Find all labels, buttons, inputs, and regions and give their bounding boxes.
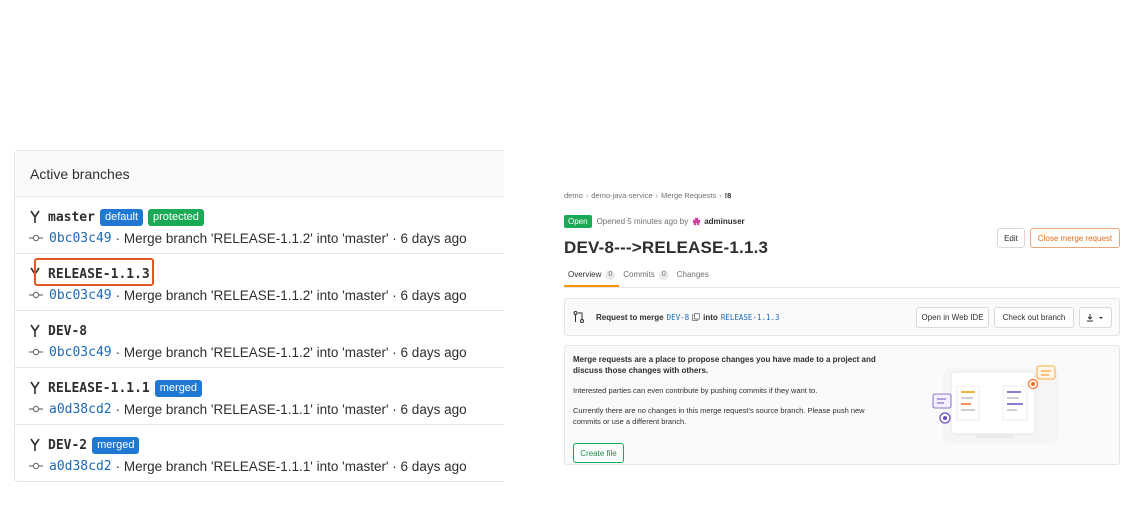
commit-sha-link[interactable]: 0bc03c49 [49, 231, 112, 246]
active-branches-panel: Active branches master default protected… [14, 150, 504, 482]
commit-message: · Merge branch 'RELEASE-1.1.1' into 'mas… [115, 401, 467, 417]
commit-icon [29, 348, 43, 356]
merge-widget: Request to merge DEV-8 into RELEASE-1.1.… [564, 298, 1120, 336]
author-link[interactable]: adminuser [704, 217, 744, 226]
commit-icon [29, 234, 43, 242]
commit-message: · Merge branch 'RELEASE-1.1.2' into 'mas… [115, 344, 467, 360]
empty-state-lead: Merge requests are a place to propose ch… [573, 355, 876, 375]
commit-message: · Merge branch 'RELEASE-1.1.1' into 'mas… [115, 458, 467, 474]
commit-sha-link[interactable]: a0d38cd2 [49, 402, 112, 417]
status-badge: Open [564, 214, 592, 228]
branch-name[interactable]: master [48, 210, 95, 225]
merge-request-illustration [932, 365, 1059, 444]
create-file-button[interactable]: Create file [573, 443, 624, 463]
commit-sha-link[interactable]: a0d38cd2 [49, 459, 112, 474]
breadcrumb-item-merge-requests[interactable]: Merge Requests [661, 191, 716, 200]
merged-badge: merged [154, 379, 203, 397]
target-branch-link[interactable]: RELEASE-1.1.3 [721, 313, 780, 322]
commit-icon [29, 405, 43, 413]
branch-name[interactable]: DEV-2 [48, 438, 87, 453]
empty-state-panel: Merge requests are a place to propose ch… [564, 345, 1120, 465]
tab-changes[interactable]: Changes [673, 266, 713, 287]
branch-icon [30, 210, 40, 223]
branch-name[interactable]: RELEASE-1.1.3 [48, 267, 150, 282]
branches-header: Active branches [15, 151, 504, 197]
empty-state-text: Currently there are no changes in this m… [573, 406, 865, 426]
tab-count: 0 [658, 270, 669, 280]
merge-request-page: demo › demo-java-service › Merge Request… [564, 190, 1120, 465]
tab-label: Commits [623, 270, 655, 279]
merge-request-icon [573, 311, 584, 323]
chevron-right-icon: › [585, 190, 589, 200]
tab-commits[interactable]: Commits 0 [619, 266, 672, 287]
breadcrumb-item-project[interactable]: demo-java-service [591, 191, 652, 200]
chevron-right-icon: › [719, 190, 722, 200]
download-dropdown-button[interactable] [1079, 307, 1112, 328]
mr-status-bar: Open Opened 5 minutes ago by adminuser E… [564, 210, 1120, 248]
open-in-web-ide-button[interactable]: Open in Web IDE [916, 307, 989, 328]
branch-row-release-1-1-3[interactable]: RELEASE-1.1.3 0bc03c49 · Merge branch 'R… [15, 254, 504, 311]
mr-tabs: Overview 0 Commits 0 Changes [564, 266, 1120, 288]
tab-label: Overview [568, 270, 602, 279]
check-out-branch-button[interactable]: Check out branch [994, 307, 1074, 328]
branch-name[interactable]: DEV-8 [48, 324, 87, 339]
commit-sha-link[interactable]: 0bc03c49 [49, 288, 112, 303]
branch-icon [30, 381, 40, 394]
branch-icon [30, 267, 40, 280]
empty-state-text: Interested parties can even contribute b… [573, 386, 818, 395]
tab-overview[interactable]: Overview 0 [564, 266, 620, 287]
commit-message: · Merge branch 'RELEASE-1.1.2' into 'mas… [115, 287, 467, 303]
tab-label: Changes [676, 270, 709, 279]
branch-row-dev-8[interactable]: DEV-8 0bc03c49 · Merge branch 'RELEASE-1… [15, 311, 504, 368]
into-label: into [703, 312, 718, 322]
avatar[interactable] [692, 216, 702, 226]
request-to-merge-label: Request to merge [596, 312, 664, 322]
source-branch-link[interactable]: DEV-8 [667, 313, 690, 322]
commit-sha-link[interactable]: 0bc03c49 [49, 345, 112, 360]
commit-message: · Merge branch 'RELEASE-1.1.2' into 'mas… [115, 230, 467, 246]
commit-icon [29, 462, 43, 470]
branch-row-master[interactable]: master default protected 0bc03c49 · Merg… [15, 197, 504, 254]
breadcrumb: demo › demo-java-service › Merge Request… [564, 190, 1120, 200]
branch-icon [30, 438, 40, 451]
opened-text: Opened 5 minutes ago by [596, 216, 689, 226]
branch-name[interactable]: RELEASE-1.1.1 [48, 381, 150, 396]
tab-count: 0 [605, 270, 616, 280]
branch-icon [30, 324, 40, 337]
breadcrumb-item-current[interactable]: !8 [725, 191, 732, 200]
download-icon [1086, 313, 1103, 321]
breadcrumb-item-group[interactable]: demo [564, 191, 583, 200]
merge-widget-text: Request to merge DEV-8 into RELEASE-1.1.… [596, 313, 783, 322]
chevron-right-icon: › [655, 190, 659, 200]
protected-badge: protected [148, 208, 204, 226]
branch-row-release-1-1-1[interactable]: RELEASE-1.1.1 merged a0d38cd2 · Merge br… [15, 368, 504, 425]
close-merge-request-button[interactable]: Close merge request [1030, 228, 1120, 248]
commit-icon [29, 291, 43, 299]
default-badge: default [99, 208, 143, 226]
merged-badge: merged [92, 436, 140, 454]
edit-button[interactable]: Edit [997, 228, 1025, 248]
copy-icon[interactable] [692, 313, 701, 321]
branch-row-dev-2[interactable]: DEV-2 merged a0d38cd2 · Merge branch 'RE… [15, 425, 504, 482]
